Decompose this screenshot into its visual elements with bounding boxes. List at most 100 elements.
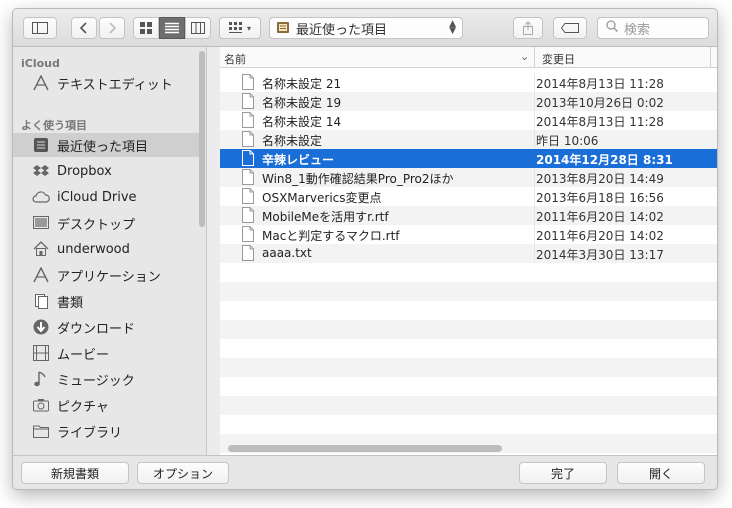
file-row[interactable]: MobileMeを活用すr.rtf 2011年6月20日 14:02 — [220, 206, 717, 226]
sidebar-item-applications[interactable]: アプリケーション — [13, 263, 201, 287]
sidebar-item-label: ピクチャ — [57, 399, 109, 415]
sidebar-item-label: ダウンロード — [57, 321, 136, 337]
done-button[interactable]: 完了 — [519, 462, 607, 484]
location-label: 最近使った項目 — [296, 22, 388, 38]
document-icon — [242, 169, 254, 188]
sidebar-item-label: デスクトップ — [57, 217, 136, 233]
empty-row — [220, 396, 717, 415]
sidebar-item-documents[interactable]: 書類 — [13, 289, 201, 313]
document-icon — [242, 245, 254, 264]
file-row[interactable]: 名称未設定 19 2013年10月26日 0:02 — [220, 92, 717, 112]
file-row[interactable]: aaaa.txt 2014年3月30日 13:17 — [220, 244, 717, 264]
document-icon — [242, 188, 254, 207]
location-popup[interactable]: 最近使った項目 ▲ ▼ — [269, 17, 463, 39]
file-row[interactable]: OSXMarverics変更点 2013年6月18日 16:56 — [220, 187, 717, 207]
updown-chevron-icon: ▲ ▼ — [449, 19, 456, 36]
file-name: 名称未設定 14 — [262, 115, 342, 129]
document-icon — [242, 226, 254, 245]
recents-folder-icon — [276, 20, 290, 37]
sidebar-item-dropbox[interactable]: Dropbox — [13, 159, 201, 183]
file-date: 2011年6月20日 14:02 — [536, 229, 664, 243]
column-header-name[interactable]: 名前 — [224, 51, 246, 67]
sidebar-item-label: ライブラリ — [57, 425, 123, 441]
textedit-icon — [31, 74, 51, 92]
sidebar-scrollbar[interactable] — [199, 51, 205, 227]
document-icon — [242, 131, 254, 150]
empty-row — [220, 377, 717, 396]
sidebar-item-icloud-drive[interactable]: iCloud Drive — [13, 185, 201, 209]
sidebar-header-favorites: よく使う項目 — [21, 119, 87, 132]
sidebar-item-home[interactable]: underwood — [13, 237, 201, 261]
file-rows: 名称未設定 21 2014年8月13日 11:28 名称未設定 19 2013年10月… — [220, 73, 717, 453]
file-date: 昨日 10:06 — [536, 134, 599, 148]
empty-row — [220, 339, 717, 358]
new-document-button[interactable]: 新規書類 — [21, 462, 129, 484]
sidebar-item-label: 最近使った項目 — [57, 139, 149, 155]
file-date: 2013年8月20日 14:49 — [536, 172, 664, 186]
document-icon — [242, 93, 254, 112]
bottom-bar: 新規書類 オプション 完了 開く — [13, 455, 717, 489]
file-row[interactable]: Win8_1動作確認結果Pro_Pro2ほか 2013年8月20日 14:49 — [220, 168, 717, 188]
dropbox-icon — [31, 162, 51, 180]
recents-icon — [31, 136, 51, 154]
search-field[interactable]: 検索 — [597, 17, 709, 39]
column-divider — [534, 206, 535, 225]
chevron-left-icon — [79, 22, 89, 34]
icon-view-button[interactable] — [133, 17, 159, 39]
share-button[interactable] — [513, 17, 543, 39]
grid-icon — [140, 22, 152, 34]
empty-row — [220, 358, 717, 377]
file-name: aaaa.txt — [262, 246, 312, 260]
column-divider — [534, 187, 535, 206]
column-view-button[interactable] — [185, 17, 211, 39]
file-date: 2013年6月18日 16:56 — [536, 191, 664, 205]
column-divider[interactable] — [534, 47, 535, 68]
column-divider[interactable] — [710, 47, 711, 68]
sidebar-item-pictures[interactable]: ピクチャ — [13, 393, 201, 417]
sidebar-item-label: テキストエディット — [57, 77, 173, 93]
chevron-right-icon — [107, 22, 117, 34]
file-row[interactable]: 名称未設定 14 2014年8月13日 11:28 — [220, 111, 717, 131]
document-icon — [242, 112, 254, 131]
file-row[interactable]: Macと判定するマクロ.rtf 2011年6月20日 14:02 — [220, 225, 717, 245]
back-button[interactable] — [71, 17, 97, 39]
column-header: 名前 ⌄ 変更日 — [220, 47, 717, 68]
file-row[interactable]: 名称未設定 21 2014年8月13日 11:28 — [220, 73, 717, 92]
sidebar-item-music[interactable]: ミュージック — [13, 367, 201, 391]
document-icon — [242, 150, 254, 169]
columns-icon — [191, 22, 205, 34]
sidebar-item-label: iCloud Drive — [57, 189, 137, 205]
file-name: Win8_1動作確認結果Pro_Pro2ほか — [262, 172, 454, 186]
file-row[interactable]: 辛辣レビュー 2014年12月28日 8:31 — [220, 149, 717, 169]
empty-row — [220, 263, 717, 282]
empty-row — [220, 282, 717, 301]
sidebar-item-label: アプリケーション — [57, 269, 161, 285]
column-divider — [534, 149, 535, 168]
arrange-grid-icon — [228, 22, 243, 34]
sidebar-item-desktop[interactable]: デスクトップ — [13, 211, 201, 235]
list-view-button[interactable] — [159, 17, 185, 39]
home-icon — [31, 240, 51, 258]
sidebar-toggle-button[interactable] — [23, 17, 57, 39]
sidebar-item-label: ムービー — [57, 347, 110, 363]
sort-chevron-icon: ⌄ — [520, 50, 530, 63]
sidebar-item-recents[interactable]: 最近使った項目 — [13, 133, 201, 157]
open-button[interactable]: 開く — [617, 462, 705, 484]
file-row[interactable]: 名称未設定 昨日 10:06 — [220, 130, 717, 150]
options-button[interactable]: オプション — [137, 462, 229, 484]
column-header-date[interactable]: 変更日 — [542, 51, 575, 67]
sidebar-item-label: Dropbox — [57, 163, 112, 179]
sidebar-item-movies[interactable]: ムービー — [13, 341, 201, 365]
column-divider — [534, 225, 535, 244]
open-dialog-window: ▾ 最近使った項目 ▲ ▼ 検索 iCloud テキストエディット よく使う項目… — [12, 8, 718, 490]
tag-icon — [561, 23, 579, 33]
sidebar-item-downloads[interactable]: ダウンロード — [13, 315, 201, 339]
sidebar-item-label: ミュージック — [57, 373, 135, 389]
forward-button[interactable] — [99, 17, 125, 39]
sidebar-item-textedit[interactable]: テキストエディット — [13, 71, 201, 95]
arrange-button[interactable]: ▾ — [219, 17, 261, 39]
horizontal-scrollbar[interactable] — [228, 445, 502, 452]
document-icon — [242, 207, 254, 226]
tag-button[interactable] — [553, 17, 587, 39]
sidebar-item-library[interactable]: ライブラリ — [13, 419, 201, 443]
